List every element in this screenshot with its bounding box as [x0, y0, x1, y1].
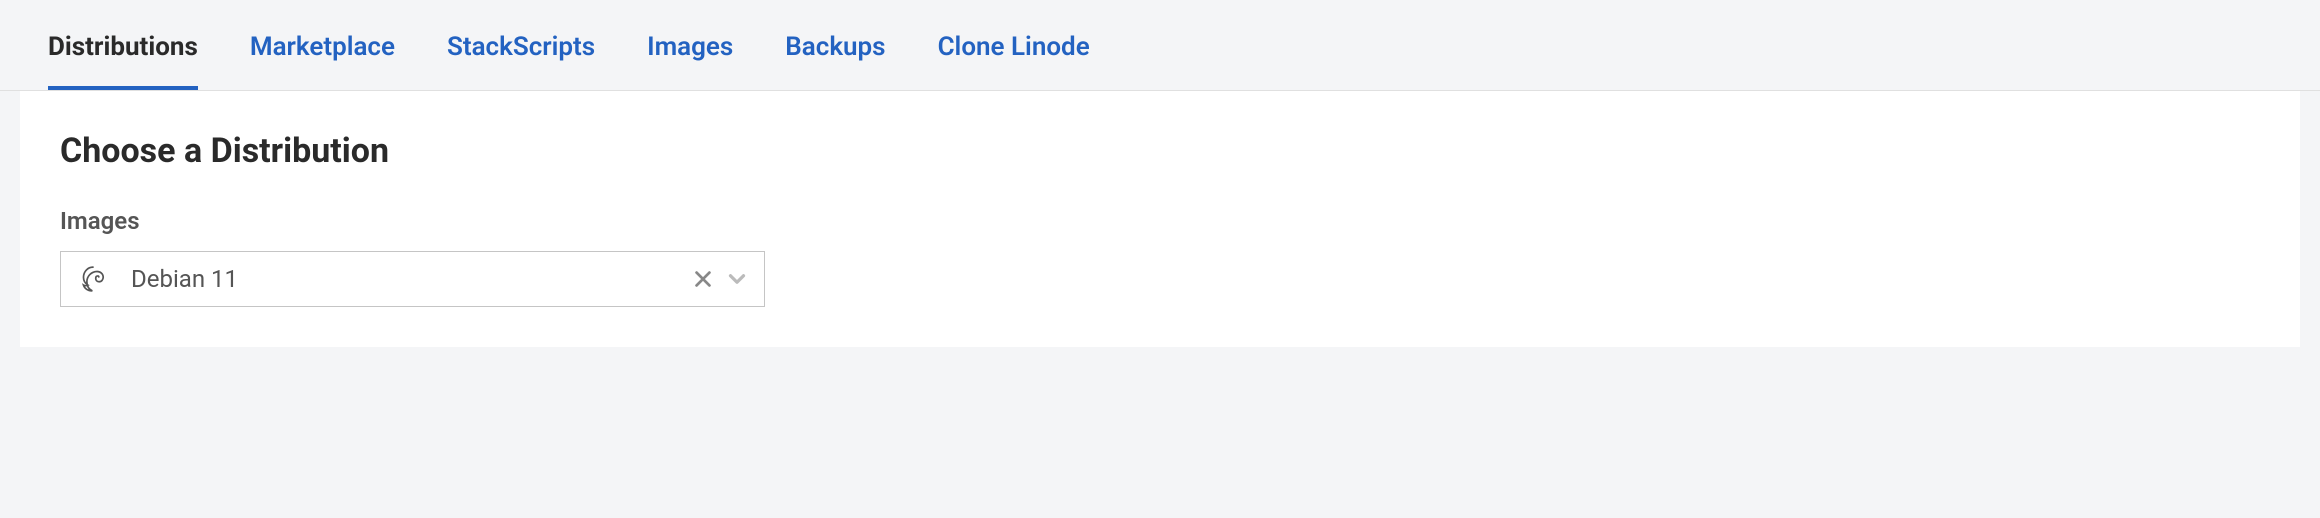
- tab-images[interactable]: Images: [647, 32, 733, 90]
- tab-clone-linode[interactable]: Clone Linode: [938, 32, 1090, 90]
- tab-stackscripts[interactable]: StackScripts: [447, 32, 595, 90]
- images-select[interactable]: Debian 11: [60, 251, 765, 307]
- chevron-down-icon[interactable]: [724, 266, 750, 292]
- tabs-container: Distributions Marketplace StackScripts I…: [0, 0, 2320, 91]
- tab-backups[interactable]: Backups: [785, 32, 885, 90]
- select-actions: [692, 266, 750, 292]
- images-field: Images Debian 11: [60, 207, 2260, 307]
- images-field-label: Images: [60, 207, 2260, 235]
- section-title: Choose a Distribution: [60, 131, 2260, 171]
- content-panel: Choose a Distribution Images Debian 11: [20, 91, 2300, 347]
- tab-marketplace[interactable]: Marketplace: [250, 32, 395, 90]
- images-select-value: Debian 11: [131, 265, 692, 293]
- debian-icon: [75, 261, 111, 297]
- clear-selection-button[interactable]: [692, 268, 714, 290]
- tab-distributions[interactable]: Distributions: [48, 32, 198, 90]
